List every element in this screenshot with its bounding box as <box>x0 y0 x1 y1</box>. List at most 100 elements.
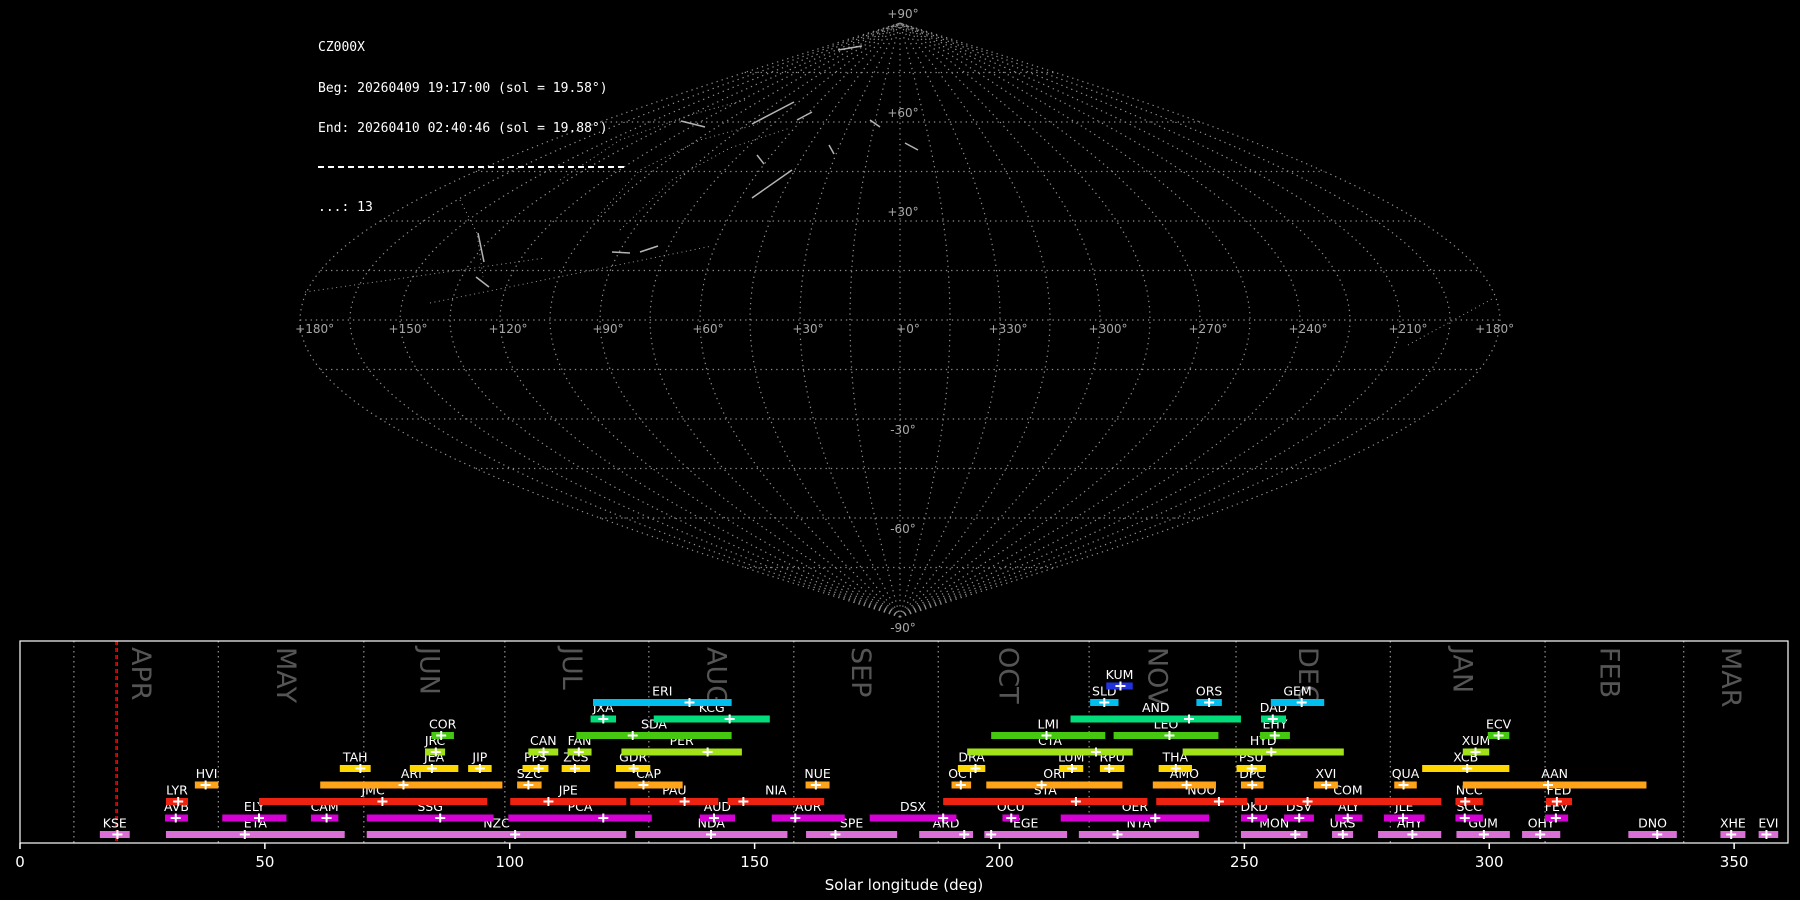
shower-code-label: DNO <box>1638 816 1667 831</box>
x-axis-tick-label: 0 <box>15 853 25 871</box>
shower-bar <box>653 715 770 723</box>
meteor-trail <box>837 45 863 51</box>
shower-bar <box>576 732 732 739</box>
month-label: JAN <box>1447 645 1478 693</box>
meteor-trail <box>751 101 795 125</box>
shower-bar <box>1070 715 1241 723</box>
month-label: MAR <box>1715 647 1746 708</box>
map-longitude-label: +120° <box>489 322 528 336</box>
meteor-trail <box>475 276 490 288</box>
meteor-trail <box>904 142 919 151</box>
month-label: AUG <box>700 647 731 706</box>
shower-bar <box>366 814 494 822</box>
meteor-track-path <box>304 257 546 293</box>
map-latitude-label: +30° <box>887 205 918 219</box>
shower-bar <box>1078 831 1199 838</box>
shower-bar <box>984 831 1068 838</box>
month-label: NOV <box>1142 647 1173 707</box>
activity-timeline: APR MAY JUN JUL AUG SEP OCT NOV DEC JAN FEB MARKSE E… <box>15 640 1789 894</box>
shower-bar <box>1462 781 1647 789</box>
info-block: CZ000X Beg: 20260409 19:17:00 (sol = 19.… <box>318 14 624 241</box>
shower-code-label: CAN <box>530 733 557 748</box>
meteor-trail <box>869 119 881 128</box>
shower-code-label: KUM <box>1106 667 1134 682</box>
shower-bar <box>806 831 898 838</box>
map-longitude-label: +90° <box>592 322 623 336</box>
map-longitude-label: +330° <box>989 322 1028 336</box>
month-label: JUN <box>413 645 444 695</box>
month-label: MAY <box>270 647 301 704</box>
shower-bar <box>1254 798 1442 805</box>
grid-meridian <box>899 22 1151 618</box>
shower-code-label: QUA <box>1392 766 1420 781</box>
month-label: FEB <box>1593 647 1624 698</box>
map-latitude-label: +60° <box>887 106 918 120</box>
shower-code-label: ECV <box>1486 717 1512 732</box>
station-id: CZ000X <box>318 40 365 55</box>
shower-code-label: ERI <box>652 684 672 699</box>
map-longitude-label: +60° <box>692 322 723 336</box>
map-longitude-label: +240° <box>1289 322 1328 336</box>
shower-code-label: JPE <box>558 783 578 798</box>
shower-bar <box>1182 748 1344 756</box>
shower-code-label: LYR <box>166 783 188 798</box>
shower-bar <box>771 814 845 822</box>
shower-code-label: TAH <box>342 750 368 765</box>
end-time-line: End: 20260410 02:40:46 (sol = 19.88°) <box>318 121 608 136</box>
shower-bar <box>593 699 732 706</box>
shower-bar <box>630 798 719 805</box>
shower-code-label: XVI <box>1316 766 1337 781</box>
meteor-trail <box>611 251 631 254</box>
shower-bar <box>508 814 652 822</box>
x-axis-tick-label: 100 <box>495 853 524 871</box>
shower-bar <box>967 748 1133 756</box>
shower-code-label: XUM <box>1462 733 1491 748</box>
shower-bar <box>943 798 1148 805</box>
map-longitude-label: +210° <box>1389 322 1428 336</box>
x-axis-tick-label: 200 <box>985 853 1014 871</box>
shower-bar <box>1156 798 1248 805</box>
map-longitude-label: +300° <box>1089 322 1128 336</box>
month-label: APR <box>125 647 156 701</box>
shower-code-label: XHE <box>1720 816 1746 831</box>
shower-code-label: NIA <box>765 783 787 798</box>
shower-bar <box>320 781 503 789</box>
grid-meridian <box>899 22 1301 618</box>
shower-bar <box>986 781 1123 789</box>
map-longitude-label: +180° <box>1475 322 1514 336</box>
month-label: JUL <box>556 645 587 690</box>
shower-bar <box>165 831 345 838</box>
separator-dashes <box>318 165 624 168</box>
shower-code-label: KSE <box>103 816 127 831</box>
shower-bar <box>258 798 488 805</box>
shower-code-label: NUE <box>804 766 830 781</box>
shower-code-label: COR <box>429 717 457 732</box>
map-longitude-label: +150° <box>389 322 428 336</box>
x-axis-tick-label: 300 <box>1475 853 1504 871</box>
plot-canvas: +180° +150° +120° +90° +60° +30° +0° +330° +300°… <box>15 7 1789 894</box>
meteor-track-path <box>429 245 713 304</box>
shower-code-label: HVI <box>196 766 218 781</box>
shower-code-label: ORS <box>1196 684 1223 699</box>
map-longitude-label: +180° <box>295 322 334 336</box>
shower-code-label: EVI <box>1758 816 1778 831</box>
map-latitude-label: -60° <box>890 522 916 536</box>
shower-bar <box>621 748 742 756</box>
map-longitude-label: +0° <box>896 322 920 336</box>
x-axis-tick-label: 150 <box>740 853 769 871</box>
map-latitude-label: +90° <box>887 7 918 21</box>
x-axis-tick-label: 250 <box>1230 853 1259 871</box>
x-axis-tick-label: 50 <box>255 853 274 871</box>
meteor-count-line: ...: 13 <box>318 199 373 215</box>
shower-bar <box>614 781 683 789</box>
meteor-station-plot: +180° +150° +120° +90° +60° +30° +0° +330° +300°… <box>0 0 1800 900</box>
meteor-trail <box>828 144 835 155</box>
map-latitude-label: -90° <box>890 621 916 635</box>
shower-code-label: AAN <box>1541 766 1568 781</box>
shower-bar <box>366 831 627 838</box>
map-longitude-label: +270° <box>1189 322 1228 336</box>
x-axis-tick-label: 350 <box>1720 853 1749 871</box>
meteor-trail <box>639 245 659 253</box>
shower-code-label: DSX <box>900 799 927 814</box>
shower-bar <box>510 798 627 805</box>
